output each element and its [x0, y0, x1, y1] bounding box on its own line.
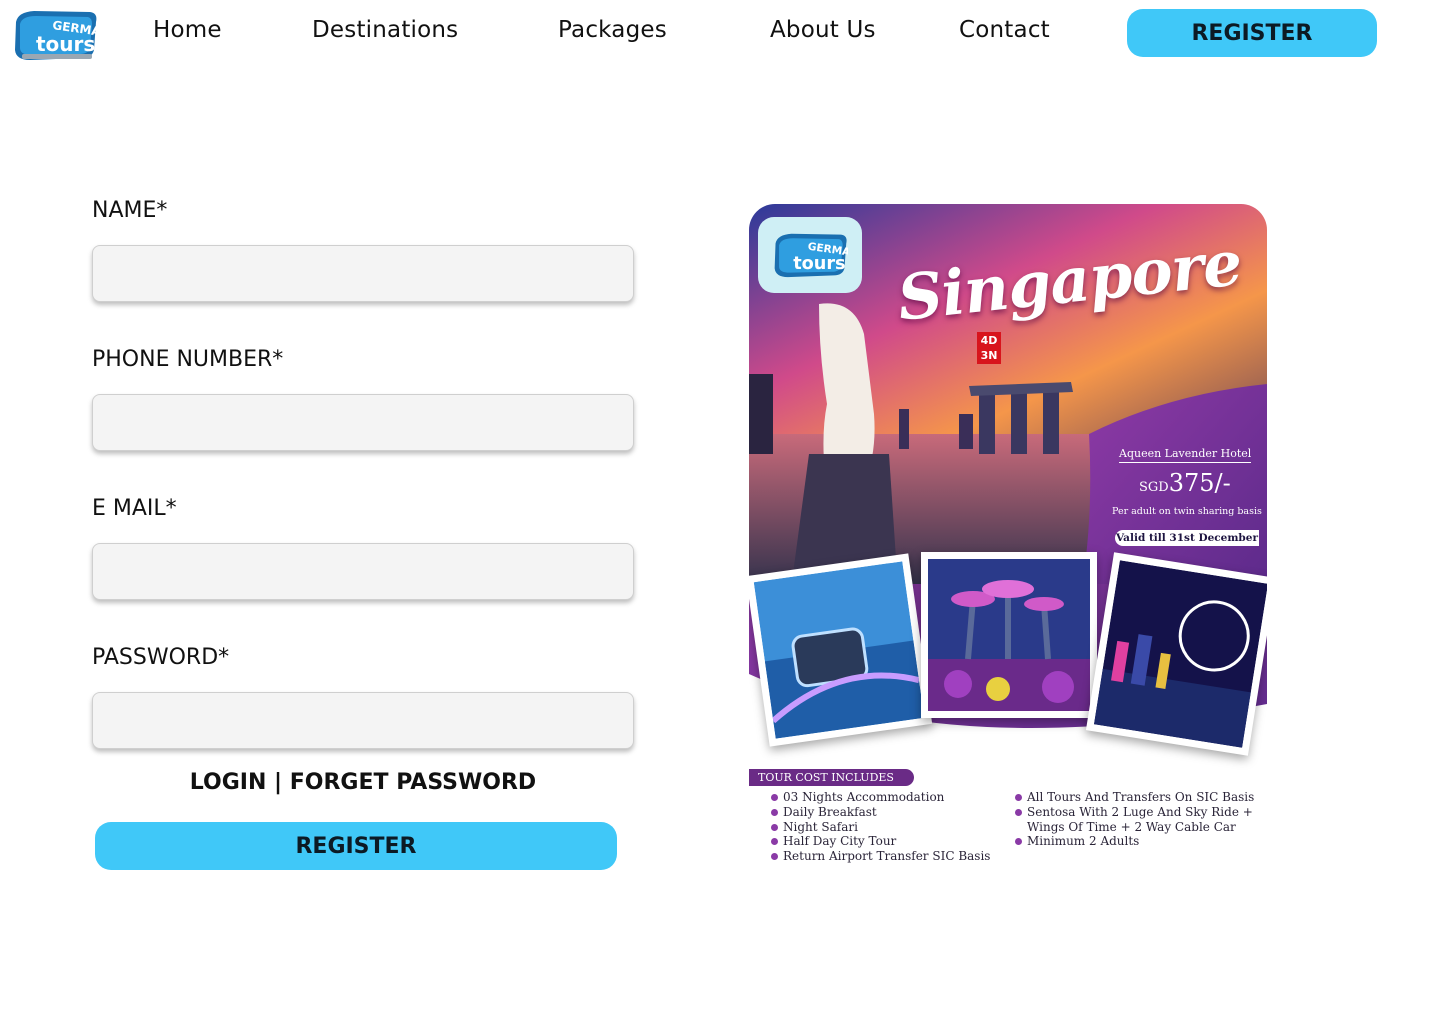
- nav-packages[interactable]: Packages: [558, 17, 667, 43]
- nav-home[interactable]: Home: [153, 17, 222, 43]
- duration-days: 4D: [980, 334, 998, 347]
- includes-item: Return Airport Transfer SIC Basis: [771, 849, 990, 864]
- price-currency: SGD: [1139, 480, 1169, 495]
- includes-item: All Tours And Transfers On SIC Basis: [1015, 790, 1254, 805]
- validity-badge: Valid till 31st December: [1115, 530, 1259, 546]
- email-label: E MAIL*: [92, 496, 177, 521]
- email-input[interactable]: [92, 543, 634, 600]
- nav-about-us[interactable]: About Us: [770, 17, 876, 43]
- price: SGD375/-: [1139, 469, 1231, 497]
- price-amount: 375/-: [1168, 469, 1231, 497]
- includes-item: Minimum 2 Adults: [1015, 834, 1254, 849]
- brand-logo[interactable]: GERMAN tours: [12, 8, 112, 62]
- duration-nights: 3N: [980, 349, 998, 362]
- name-input[interactable]: [92, 245, 634, 302]
- hotel-name: Aqueen Lavender Hotel: [1119, 447, 1252, 463]
- form-register-button[interactable]: REGISTER: [95, 822, 617, 870]
- forget-password-link[interactable]: FORGET PASSWORD: [290, 770, 536, 795]
- nav-destinations[interactable]: Destinations: [312, 17, 458, 43]
- svg-text:tours: tours: [36, 32, 95, 56]
- login-link[interactable]: LOGIN: [190, 770, 267, 795]
- price-note: Per adult on twin sharing basis: [1112, 506, 1262, 517]
- photo-singapore-flyer-night: [1085, 552, 1267, 756]
- password-label: PASSWORD*: [92, 645, 230, 670]
- photo-singapore-flyer-cabin: [749, 553, 933, 747]
- header-register-button[interactable]: REGISTER: [1127, 9, 1377, 57]
- includes-list-left: 03 Nights Accommodation Daily Breakfast Ni…: [771, 790, 990, 864]
- includes-item: Half Day City Tour: [771, 834, 990, 849]
- phone-label: PHONE NUMBER*: [92, 347, 284, 372]
- poster-logo: GERMAN tours: [758, 217, 862, 293]
- includes-title: TOUR COST INCLUDES: [749, 769, 914, 786]
- includes-item: Wings Of Time + 2 Way Cable Car: [1027, 819, 1236, 834]
- includes-item: Night Safari: [771, 820, 990, 835]
- svg-text:tours: tours: [793, 254, 845, 274]
- links-separator: |: [274, 770, 283, 795]
- singapore-promo-poster: GERMAN tours Singapore 4D 3N Aqueen Lave…: [749, 204, 1267, 870]
- phone-input[interactable]: [92, 394, 634, 451]
- includes-item: 03 Nights Accommodation: [771, 790, 990, 805]
- nav-contact[interactable]: Contact: [959, 17, 1050, 43]
- includes-item: Daily Breakfast: [771, 805, 990, 820]
- password-input[interactable]: [92, 692, 634, 749]
- duration-badge: 4D 3N: [977, 332, 1001, 364]
- includes-item: Sentosa With 2 Luge And Sky Ride +: [1015, 805, 1254, 820]
- photo-gardens-by-the-bay: [921, 552, 1097, 718]
- name-label: NAME*: [92, 198, 168, 223]
- includes-list-right: All Tours And Transfers On SIC Basis Sent…: [1015, 790, 1254, 849]
- auth-links: LOGIN | FORGET PASSWORD: [92, 770, 634, 795]
